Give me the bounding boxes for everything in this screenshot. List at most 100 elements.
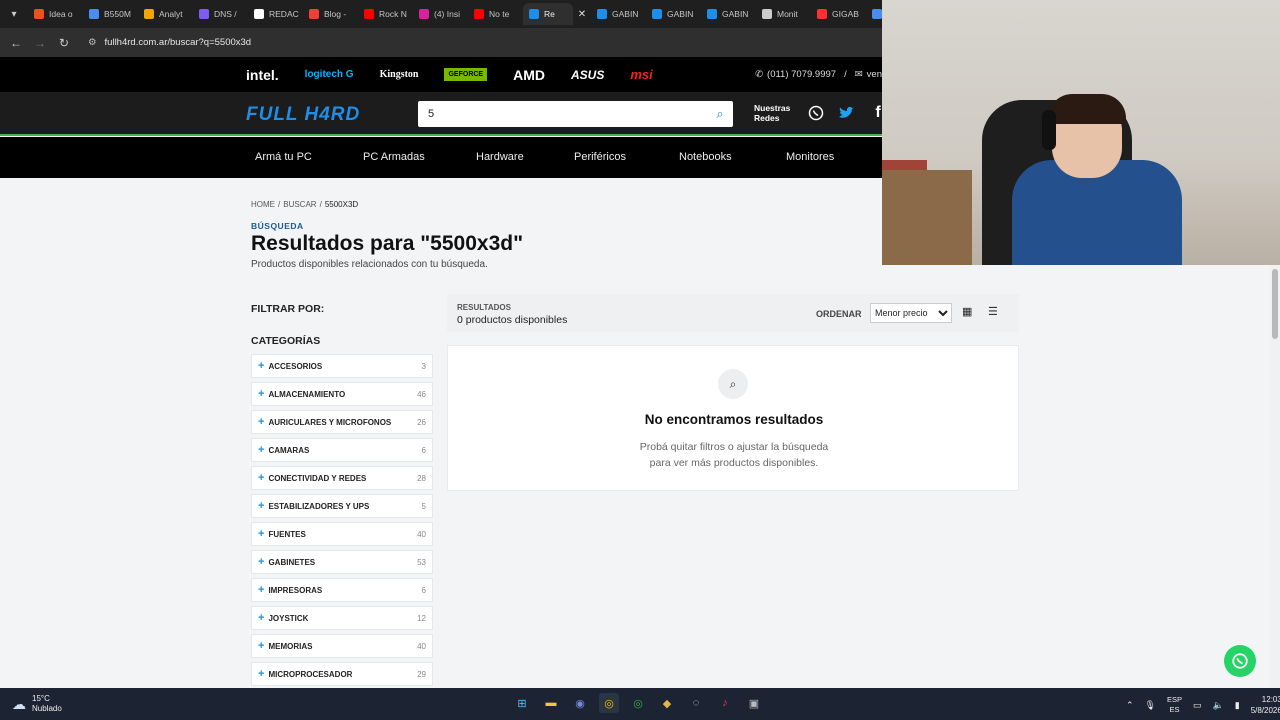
clock-time: 12:03 bbox=[1261, 695, 1280, 704]
nav-pc-armadas[interactable]: PC Armadas bbox=[363, 151, 425, 163]
category-item[interactable]: + ESTABILIZADORES Y UPS 5 bbox=[251, 494, 433, 518]
tiktok-icon[interactable]: ♪ bbox=[715, 693, 735, 713]
browser-tab[interactable]: Blog - bbox=[303, 3, 358, 25]
microphone-icon[interactable]: 🎙 bbox=[1145, 700, 1156, 711]
category-item[interactable]: + MEMORIAS 40 bbox=[251, 634, 433, 658]
volume-icon[interactable]: 🔈 bbox=[1213, 700, 1224, 711]
tab-favicon-icon bbox=[254, 9, 264, 19]
browser-tab[interactable]: B550M bbox=[83, 3, 138, 25]
category-count: 53 bbox=[417, 557, 426, 567]
site-info-icon[interactable]: ⚙ bbox=[88, 37, 97, 48]
nav-notebooks[interactable]: Notebooks bbox=[679, 151, 732, 163]
category-name: ACCESORIOS bbox=[268, 361, 323, 371]
chrome-secondary-icon[interactable]: ◎ bbox=[628, 693, 648, 713]
battery-icon[interactable]: ▮ bbox=[1235, 700, 1240, 711]
contact-phone[interactable]: (011) 7079.9997 bbox=[767, 69, 836, 80]
category-count: 28 bbox=[417, 473, 426, 483]
category-item[interactable]: + JOYSTICK 12 bbox=[251, 606, 433, 630]
app-misc-icon[interactable]: ▣ bbox=[744, 693, 764, 713]
browser-tab[interactable]: Idea o bbox=[28, 3, 83, 25]
category-item[interactable]: + CONECTIVIDAD Y REDES 28 bbox=[251, 466, 433, 490]
breadcrumb-separator: / bbox=[319, 200, 322, 209]
scrollbar-thumb[interactable] bbox=[1272, 269, 1278, 339]
brand-geforce[interactable]: GEFORCE bbox=[444, 68, 488, 81]
language-indicator[interactable]: ESP ES bbox=[1167, 695, 1182, 715]
category-item[interactable]: + ACCESORIOS 3 bbox=[251, 354, 433, 378]
category-item[interactable]: + CAMARAS 6 bbox=[251, 438, 433, 462]
brand-logitech[interactable]: logitech G bbox=[305, 69, 354, 80]
forward-icon[interactable]: → bbox=[28, 36, 52, 50]
tab-favicon-icon bbox=[474, 9, 484, 19]
search-input[interactable] bbox=[418, 102, 707, 126]
category-item[interactable]: + FUENTES 40 bbox=[251, 522, 433, 546]
whatsapp-chat-button[interactable] bbox=[1224, 645, 1256, 677]
brand-asus[interactable]: ASUS bbox=[571, 68, 604, 82]
url-field[interactable]: ⚙ fullh4rd.com.ar/buscar?q=5500x3d bbox=[88, 32, 876, 54]
category-item[interactable]: + GABINETES 53 bbox=[251, 550, 433, 574]
browser-tab[interactable]: DNS / bbox=[193, 3, 248, 25]
plus-icon: + bbox=[258, 360, 265, 372]
tab-search-button[interactable]: ▾ bbox=[0, 0, 28, 28]
tab-label: Analyt bbox=[159, 9, 183, 19]
browser-tab[interactable]: GABIN bbox=[591, 3, 646, 25]
nav-arma-tu-pc[interactable]: Armá tu PC bbox=[255, 151, 312, 163]
browser-tab[interactable]: Rock N bbox=[358, 3, 413, 25]
back-icon[interactable]: ← bbox=[4, 36, 28, 50]
reload-icon[interactable]: ↻ bbox=[52, 36, 76, 50]
brand-msi[interactable]: msi bbox=[630, 67, 652, 82]
browser-tab[interactable]: GABIN bbox=[646, 3, 701, 25]
browser-tab[interactable]: GIGAB bbox=[811, 3, 866, 25]
search-icon[interactable]: ⌕ bbox=[707, 106, 733, 122]
close-icon[interactable]: ✕ bbox=[573, 9, 591, 20]
brand-kingston[interactable]: Kingston bbox=[380, 69, 419, 80]
category-item[interactable]: + ALMACENAMIENTO 46 bbox=[251, 382, 433, 406]
file-explorer-icon[interactable]: ▬ bbox=[541, 693, 561, 713]
breadcrumb-separator: / bbox=[278, 200, 281, 209]
start-icon[interactable]: ⊞ bbox=[512, 693, 532, 713]
discord-icon[interactable]: ◉ bbox=[570, 693, 590, 713]
twitter-icon[interactable] bbox=[837, 104, 855, 122]
categories-heading: CATEGORÍAS bbox=[251, 335, 321, 347]
browser-tab[interactable]: Re bbox=[523, 3, 573, 25]
windows-taskbar: ☁ 15°C Nublado ⊞ ▬ ◉ ◎ ◎ ◆ ◌ ♪ ▣ ⌃ 🎙 ESP… bbox=[0, 688, 1280, 720]
order-select[interactable]: Menor precio bbox=[870, 303, 952, 323]
category-item[interactable]: + MICROPROCESADOR 29 bbox=[251, 662, 433, 686]
category-item[interactable]: + IMPRESORAS 6 bbox=[251, 578, 433, 602]
nav-perifericos[interactable]: Periféricos bbox=[574, 151, 626, 163]
browser-tab[interactable]: Monit bbox=[756, 3, 811, 25]
browser-tab[interactable]: In bbox=[866, 3, 882, 25]
category-item[interactable]: + AURICULARES Y MICROFONOS 26 bbox=[251, 410, 433, 434]
site-logo[interactable]: FULL H4RD bbox=[246, 104, 360, 126]
nav-monitores[interactable]: Monitores bbox=[786, 151, 834, 163]
nav-hardware[interactable]: Hardware bbox=[476, 151, 524, 163]
weather-temp: 15°C bbox=[32, 694, 50, 703]
breadcrumb-home[interactable]: HOME bbox=[251, 200, 275, 209]
tab-label: DNS / bbox=[214, 9, 237, 19]
monitor-icon[interactable]: ▭ bbox=[1193, 700, 1202, 711]
app-diamond-icon[interactable]: ◆ bbox=[657, 693, 677, 713]
chevron-up-icon[interactable]: ⌃ bbox=[1126, 700, 1134, 711]
app-dial-icon[interactable]: ◌ bbox=[686, 693, 706, 713]
contact-email[interactable]: ven bbox=[867, 69, 882, 80]
chrome-icon[interactable]: ◎ bbox=[599, 693, 619, 713]
browser-tab[interactable]: (4) Insi bbox=[413, 3, 468, 25]
tab-favicon-icon bbox=[652, 9, 662, 19]
whatsapp-icon[interactable] bbox=[807, 104, 825, 122]
browser-tab[interactable]: GABIN bbox=[701, 3, 756, 25]
weather-widget[interactable]: ☁ 15°C Nublado bbox=[12, 694, 62, 714]
grid-view-icon[interactable]: ▦ bbox=[962, 305, 972, 318]
browser-tab[interactable]: REDAC bbox=[248, 3, 303, 25]
brand-intel[interactable]: intel. bbox=[246, 67, 279, 83]
tab-label: GABIN bbox=[722, 9, 749, 19]
plus-icon: + bbox=[258, 444, 265, 456]
page-scrollbar[interactable] bbox=[1270, 265, 1280, 688]
breadcrumb: HOME / BUSCAR / 5500X3D bbox=[251, 200, 358, 209]
list-view-icon[interactable]: ☰ bbox=[988, 305, 998, 318]
clock[interactable]: 12:03 5/8/2026 bbox=[1251, 694, 1280, 716]
brand-amd[interactable]: AMD bbox=[513, 67, 545, 83]
tab-label: Monit bbox=[777, 9, 798, 19]
page-title: Resultados para "5500x3d" bbox=[251, 232, 524, 255]
browser-tab[interactable]: No te bbox=[468, 3, 523, 25]
breadcrumb-search[interactable]: BUSCAR bbox=[283, 200, 316, 209]
browser-tab[interactable]: Analyt bbox=[138, 3, 193, 25]
